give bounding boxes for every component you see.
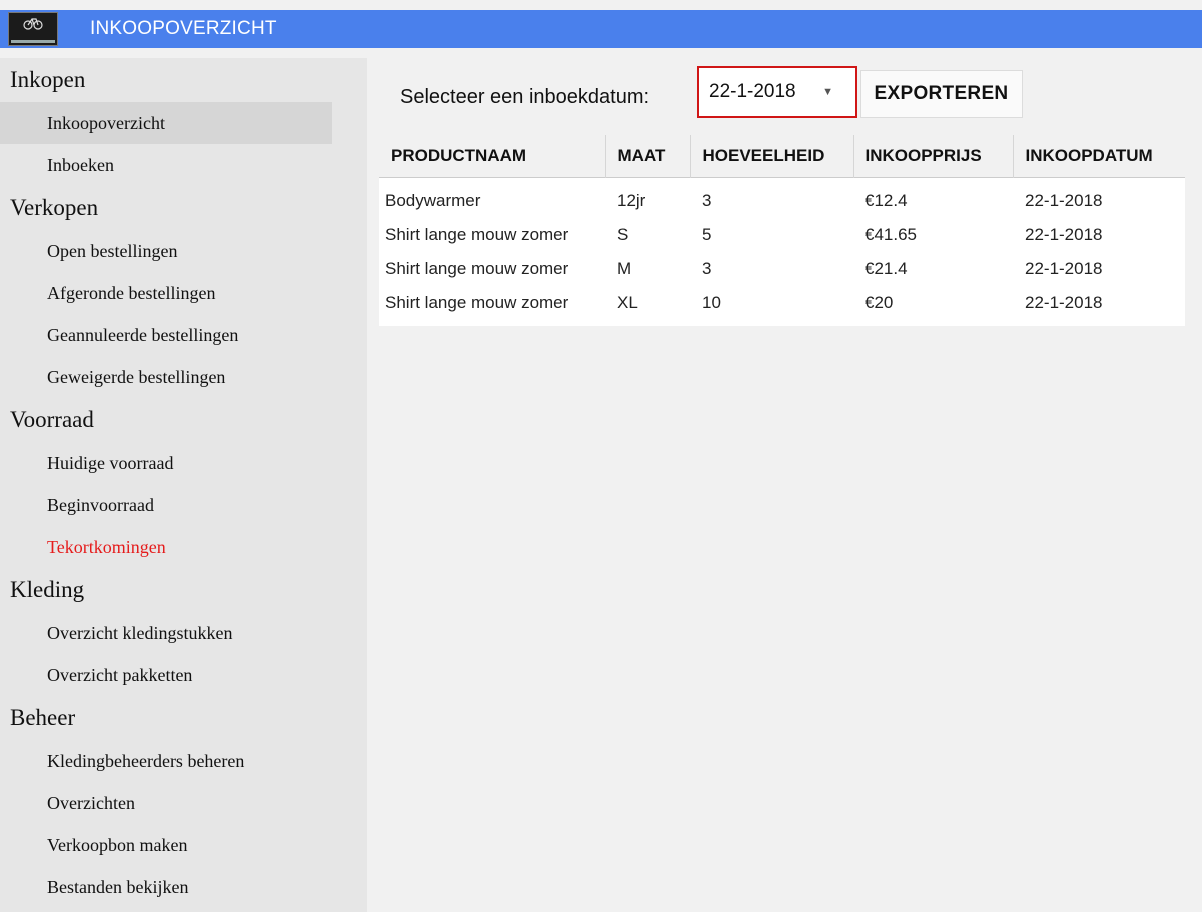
- table-cell-hoeveelheid: 3: [690, 177, 853, 218]
- table-body: Bodywarmer 12jr 3 €12.4 22-1-2018 Shirt lange…: [379, 177, 1185, 326]
- sidebar-item-verkoopbon-maken[interactable]: Verkoopbon maken: [0, 824, 285, 866]
- main-content: Selecteer een inboekdatum: 22-1-2018 ▼ E…: [367, 58, 1202, 912]
- column-header-inkoopprijs[interactable]: INKOOPPRIJS: [853, 135, 1014, 177]
- sidebar-section-beheer: Beheer: [10, 705, 76, 730]
- sidebar-item-open-bestellingen[interactable]: Open bestellingen: [0, 230, 285, 272]
- table-cell-productnaam: Shirt lange mouw zomer: [379, 285, 605, 326]
- sidebar-nav: Inkopen Inkoopoverzicht Inboeken Verkopen Op…: [0, 58, 367, 912]
- table-row[interactable]: Shirt lange mouw zomer XL 10 €20 22-1-2018: [379, 285, 1185, 326]
- table-cell-hoeveelheid: 5: [690, 217, 853, 252]
- table-cell-maat: XL: [605, 285, 690, 326]
- table-cell-maat: 12jr: [605, 177, 690, 218]
- sidebar-item-overzicht-pakketten[interactable]: Overzicht pakketten: [0, 654, 285, 696]
- table-header-row: PRODUCTNAAM MAAT HOEVEELHEID INKOOPPRIJS INK…: [379, 135, 1185, 177]
- table-cell-productnaam: Shirt lange mouw zomer: [379, 251, 605, 286]
- table-cell-inkoopdatum: 22-1-2018: [1013, 217, 1185, 252]
- sidebar-item-geannuleerde-bestellingen[interactable]: Geannuleerde bestellingen: [0, 314, 285, 356]
- table-cell-maat: S: [605, 217, 690, 252]
- date-label: Selecteer een inboekdatum:: [400, 86, 650, 108]
- sidebar-item-inboeken[interactable]: Inboeken: [0, 144, 285, 186]
- purchase-table: PRODUCTNAAM MAAT HOEVEELHEID INKOOPPRIJS INK…: [379, 135, 1185, 326]
- sidebar-section-voorraad: Voorraad: [10, 407, 94, 432]
- table-cell-inkoopprijs: €12.4: [853, 177, 1013, 218]
- sidebar-section-inkopen: Inkopen: [10, 67, 86, 92]
- bicycle-icon: [23, 18, 43, 30]
- sidebar-item-overzicht-kledingstukken[interactable]: Overzicht kledingstukken: [0, 612, 285, 654]
- sidebar-item-inkoopoverzicht[interactable]: Inkoopoverzicht: [0, 102, 332, 144]
- app-logo: [8, 12, 58, 46]
- logo-wordmark: [11, 40, 55, 43]
- table-row[interactable]: Shirt lange mouw zomer S 5 €41.65 22-1-2018: [379, 217, 1185, 252]
- sidebar-item-huidige-voorraad[interactable]: Huidige voorraad: [0, 442, 285, 484]
- table-cell-hoeveelheid: 3: [690, 251, 853, 286]
- date-value: 22-1-2018: [709, 81, 796, 102]
- sidebar-section-verkopen: Verkopen: [10, 195, 99, 220]
- table-cell-productnaam: Shirt lange mouw zomer: [379, 217, 605, 252]
- export-button[interactable]: EXPORTEREN: [860, 70, 1023, 118]
- table-cell-hoeveelheid: 10: [690, 285, 853, 326]
- table-cell-inkoopprijs: €20: [853, 285, 1013, 326]
- chevron-down-icon: ▼: [822, 86, 833, 98]
- table-cell-inkoopdatum: 22-1-2018: [1013, 251, 1185, 286]
- sidebar-item-overzichten[interactable]: Overzichten: [0, 782, 285, 824]
- app-titlebar: INKOOPOVERZICHT: [0, 10, 1202, 48]
- sidebar-item-bestanden-bekijken[interactable]: Bestanden bekijken: [0, 866, 285, 908]
- sidebar-section-kleding: Kleding: [10, 577, 85, 602]
- sidebar-item-afgeronde-bestellingen[interactable]: Afgeronde bestellingen: [0, 272, 285, 314]
- sidebar-item-beginvoorraad[interactable]: Beginvoorraad: [0, 484, 285, 526]
- date-picker[interactable]: 22-1-2018 ▼: [697, 66, 857, 118]
- app-title: INKOOPOVERZICHT: [90, 18, 277, 39]
- sidebar-item-tekortkomingen[interactable]: Tekortkomingen: [0, 526, 285, 568]
- column-header-hoeveelheid[interactable]: HOEVEELHEID: [690, 135, 854, 177]
- column-header-maat[interactable]: MAAT: [605, 135, 691, 177]
- sidebar-item-geweigerde-bestellingen[interactable]: Geweigerde bestellingen: [0, 356, 285, 398]
- sidebar-item-kledingbeheerders-beheren[interactable]: Kledingbeheerders beheren: [0, 740, 285, 782]
- column-header-productnaam[interactable]: PRODUCTNAAM: [379, 135, 606, 177]
- table-cell-maat: M: [605, 251, 690, 286]
- table-cell-inkoopprijs: €21.4: [853, 251, 1013, 286]
- table-cell-inkoopprijs: €41.65: [853, 217, 1013, 252]
- table-row[interactable]: Bodywarmer 12jr 3 €12.4 22-1-2018: [379, 177, 1185, 218]
- table-row[interactable]: Shirt lange mouw zomer M 3 €21.4 22-1-2018: [379, 251, 1185, 286]
- table-cell-inkoopdatum: 22-1-2018: [1013, 285, 1185, 326]
- table-cell-inkoopdatum: 22-1-2018: [1013, 177, 1185, 218]
- table-cell-productnaam: Bodywarmer: [379, 177, 605, 218]
- column-header-inkoopdatum[interactable]: INKOOPDATUM: [1013, 135, 1185, 177]
